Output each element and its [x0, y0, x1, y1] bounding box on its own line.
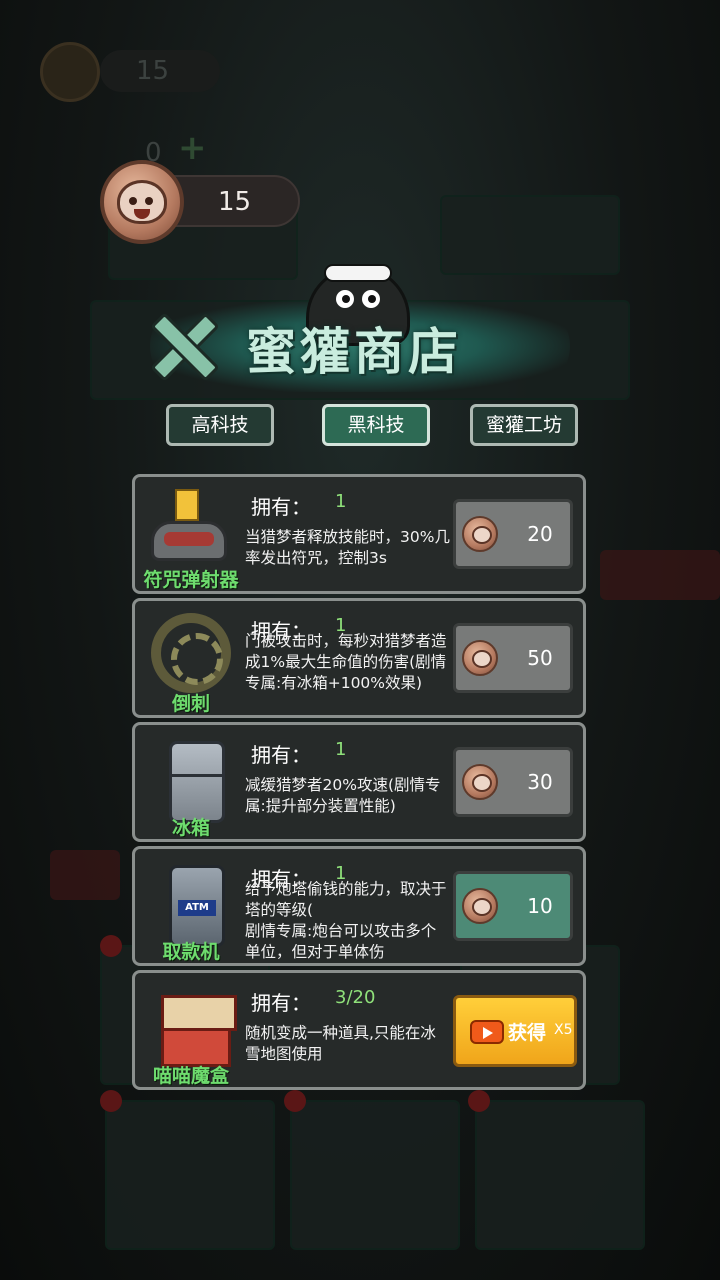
thorn-wreath-icon [141, 609, 239, 695]
bg-coin-count: 15 [100, 50, 220, 92]
fridge-icon [141, 733, 239, 823]
magic-box-icon [141, 981, 239, 1067]
mascot-eye [336, 290, 354, 308]
buy-button[interactable]: 10 [453, 871, 573, 941]
atm-icon: ATM [141, 857, 239, 947]
plus-icon: + [178, 128, 207, 168]
price-value: 50 [527, 646, 553, 670]
item-name: 冰箱 [171, 817, 210, 839]
owned-label: 拥有： [251, 495, 311, 519]
item-description: 当猎梦者释放技能时，30%几率发出符咒，控制3s [245, 528, 450, 567]
badger-face-icon [117, 180, 167, 224]
box-body [161, 995, 237, 1067]
shop-item-barbs: 倒刺 拥有： 1 门被攻击时，每秒对猎梦者造成1%最大生命值的伤害(剧情专属:有… [132, 598, 586, 718]
price-value: 30 [527, 770, 553, 794]
bg-card [290, 1100, 460, 1250]
bg-coin-icon [40, 42, 100, 102]
bg-red-panel [600, 550, 720, 600]
coin-count: 15 [218, 187, 252, 217]
shop-item-atm: ATM 取款机 拥有： 1 给予炮塔偷钱的能力，取决于塔的等级( 剧情专属:炮台… [132, 846, 586, 966]
bg-red-panel [50, 850, 120, 900]
item-name: 取款机 [162, 941, 220, 963]
shop-item-fridge: 冰箱 拥有： 1 减缓猎梦者20%攻速(剧情专属:提升部分装置性能) 30 [132, 722, 586, 842]
price-value: 20 [527, 522, 553, 546]
launcher-base [151, 521, 227, 561]
fridge-body [169, 741, 225, 823]
badger-coin-icon [462, 764, 498, 800]
tab-high-tech[interactable]: 高科技 [166, 404, 274, 446]
watch-ad-get-button[interactable]: 获得 X5 [453, 995, 577, 1067]
video-icon [470, 1020, 504, 1044]
tab-black-tech[interactable]: 黑科技 [322, 404, 430, 446]
item-description: 门被攻击时，每秒对猎梦者造成1%最大生命值的伤害(剧情专属:有冰箱+100%效果… [245, 632, 447, 692]
shop-item-meow-box: 喵喵魔盒 拥有： 3/20 随机变成一种道具,只能在冰雪地图使用 获得 X5 [132, 970, 586, 1090]
bg-card [475, 1100, 645, 1250]
owned-count: 3/20 [335, 987, 376, 1008]
buy-button[interactable]: 50 [453, 623, 573, 693]
buy-button[interactable]: 30 [453, 747, 573, 817]
shop-item-talisman-launcher: 符咒弹射器 拥有： 1 当猎梦者释放技能时，30%几率发出符咒，控制3s 20 [132, 474, 586, 594]
atm-body: ATM [169, 865, 225, 947]
price-value: 10 [527, 894, 553, 918]
mascot-stripe [324, 264, 392, 282]
item-description: 给予炮塔偷钱的能力，取决于塔的等级( 剧情专属:炮台可以攻击多个单位，但对于单体… [245, 880, 447, 961]
bg-room [440, 195, 620, 275]
atm-screen-label: ATM [178, 900, 216, 916]
thorn-ring [151, 613, 231, 693]
close-icon[interactable] [148, 312, 212, 376]
bg-dot [100, 1090, 122, 1112]
get-multiplier: X5 [554, 1022, 573, 1038]
talisman-launcher-icon [141, 485, 239, 571]
talisman-paper [175, 489, 199, 521]
owned-count: 1 [335, 739, 347, 760]
item-name: 符咒弹射器 [143, 569, 239, 591]
item-description: 减缓猎梦者20%攻速(剧情专属:提升部分装置性能) [245, 776, 441, 815]
item-name: 倒刺 [171, 693, 210, 715]
owned-label: 拥有： [251, 991, 311, 1015]
badger-coin-icon [462, 640, 498, 676]
buy-button[interactable]: 20 [453, 499, 573, 569]
badger-coin-icon [462, 888, 498, 924]
bg-dot [284, 1090, 306, 1112]
tab-badger-workshop[interactable]: 蜜獾工坊 [470, 404, 578, 446]
mascot-eye [362, 290, 380, 308]
owned-count: 1 [335, 491, 347, 512]
owned-label: 拥有： [251, 743, 311, 767]
bg-dot [468, 1090, 490, 1112]
page-title: 蜜獾商店 [246, 323, 462, 381]
badger-coin-icon [462, 516, 498, 552]
bg-dot [100, 935, 122, 957]
item-description: 随机变成一种道具,只能在冰雪地图使用 [245, 1024, 436, 1063]
bg-card [105, 1100, 275, 1250]
get-label: 获得 [508, 1022, 547, 1044]
badger-coin-icon [100, 160, 184, 244]
item-name: 喵喵魔盒 [152, 1065, 229, 1087]
